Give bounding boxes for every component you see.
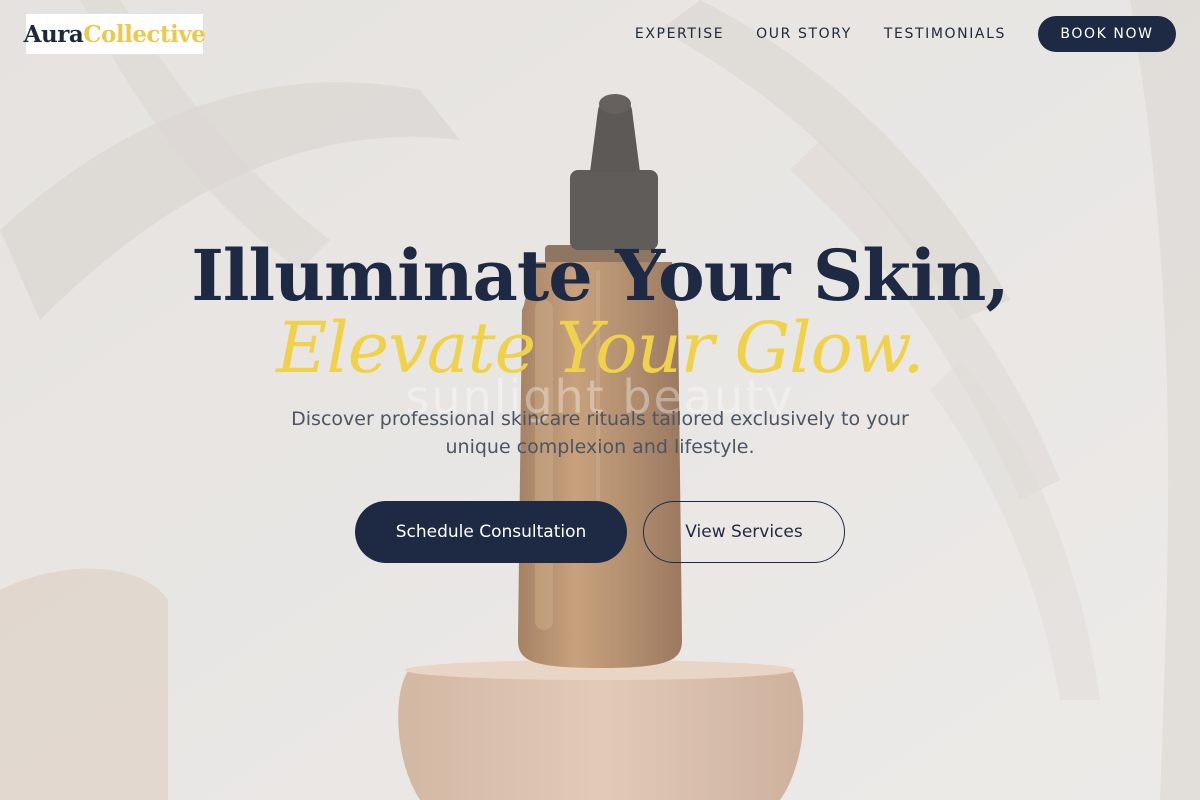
hero-headline: Illuminate Your Skin, [191,234,1010,317]
schedule-consultation-button[interactable]: Schedule Consultation [355,501,627,563]
main-navigation: EXPERTISE OUR STORY TESTIMONIALS BOOK NO… [635,16,1176,52]
logo-text-aura: Aura [23,20,84,48]
nav-link-expertise[interactable]: EXPERTISE [635,26,724,42]
nav-link-our-story[interactable]: OUR STORY [756,26,852,42]
hero-subtitle: Discover professional skincare rituals t… [291,408,909,458]
logo-text-collective: Collective [83,20,206,48]
nav-link-testimonials[interactable]: TESTIMONIALS [884,26,1006,42]
hero-headline-accent: Elevate Your Glow. [276,307,924,389]
brand-logo[interactable]: Aura Collective [23,13,206,55]
book-now-button[interactable]: BOOK NOW [1038,16,1176,52]
view-services-button[interactable]: View Services [643,501,845,563]
